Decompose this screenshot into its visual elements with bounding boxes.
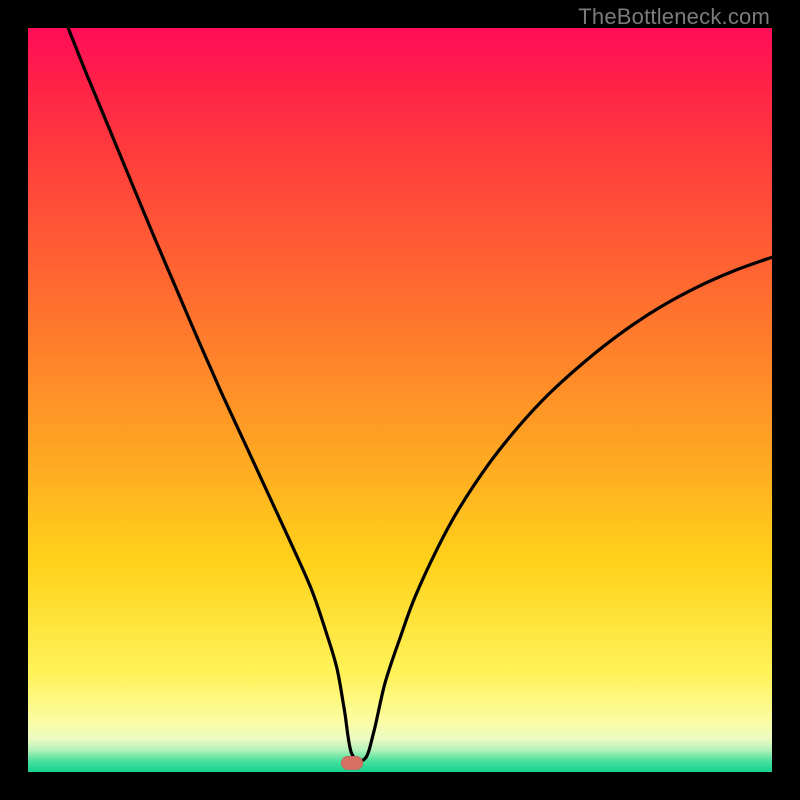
plot-area	[28, 28, 772, 772]
watermark-text: TheBottleneck.com	[578, 4, 770, 30]
bottleneck-curve	[28, 28, 772, 772]
min-point-marker	[341, 756, 363, 770]
chart-frame: TheBottleneck.com	[0, 0, 800, 800]
